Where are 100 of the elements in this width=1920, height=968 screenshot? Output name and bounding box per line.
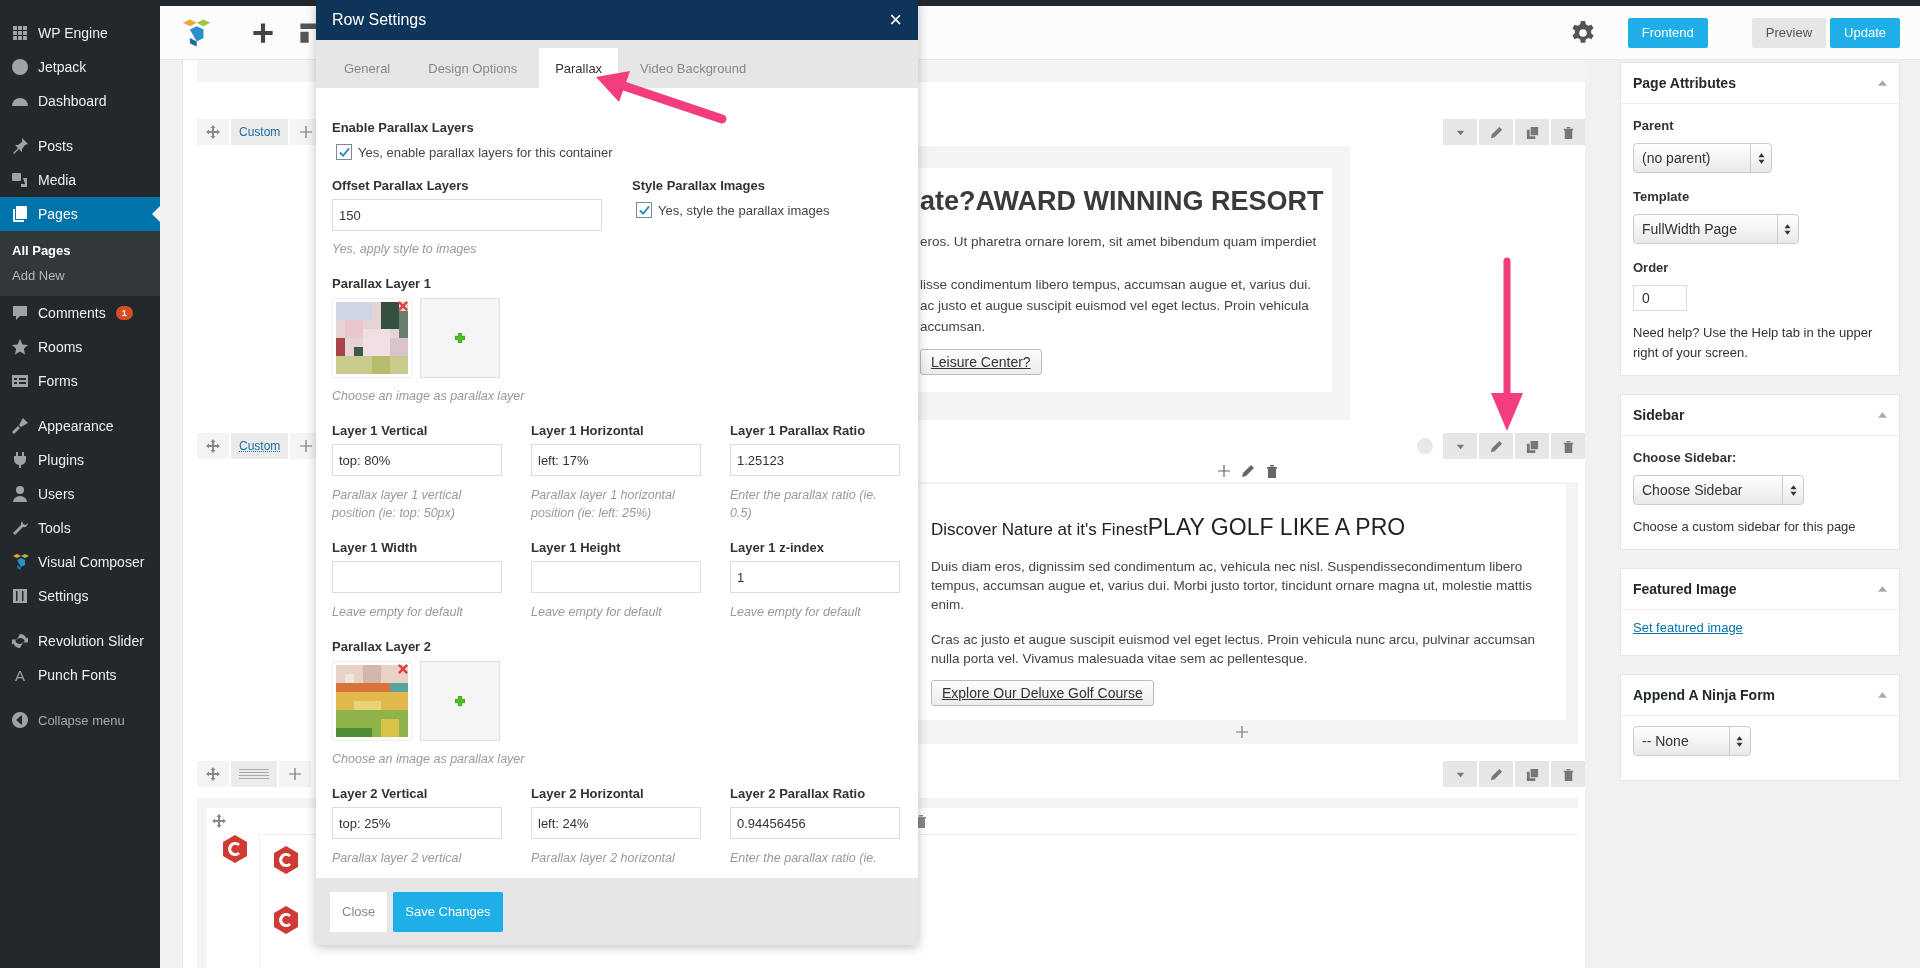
field-label: Parent [1633,118,1674,133]
delete-button[interactable] [1551,433,1585,459]
trash-icon[interactable] [1264,463,1280,479]
remove-icon[interactable] [398,664,408,674]
field-label: Layer 1 Width [332,540,419,555]
menu-item[interactable]: Visual Composer [0,545,160,579]
collapse-triangle-icon[interactable] [1878,412,1887,418]
panel-title: Featured Image [1633,581,1737,597]
field-label: Parallax Layer 2 [332,639,433,654]
input-field[interactable] [531,561,701,593]
collapse-menu-button[interactable]: Collapse menu [0,703,160,737]
close-button[interactable]: × [885,9,906,31]
edit-button[interactable] [1479,119,1513,145]
checkmark-icon [338,146,350,158]
select-field[interactable]: (no parent) [1633,143,1773,173]
submenu-item[interactable]: All Pages [0,238,160,263]
edit-button[interactable] [1479,761,1513,787]
menu-item[interactable]: Tools [0,511,160,545]
menu-item[interactable]: Dashboard [0,84,160,118]
checkbox[interactable] [336,144,352,160]
field-label: Layer 2 Vertical [332,786,429,801]
menu-item[interactable]: Users [0,477,160,511]
remove-icon[interactable] [398,301,408,311]
menu-item[interactable]: Posts [0,129,160,163]
plus-icon [298,124,315,140]
tab[interactable]: Parallax [539,48,619,88]
checkbox-label: Yes, enable parallax layers for this container [358,144,613,160]
menu-item[interactable]: Pages [0,197,160,231]
menu-item[interactable]: Comments 1 [0,296,160,330]
paragraph: Cras ac justo et augue suscipit euismod vel eget lectus. Proin vehicula nunc arcu, pulvinar accumsan nulla porta vel. Vivamus malesuada vitae sem ac pellentesque. [931,631,1537,668]
pencil-icon[interactable] [1240,463,1256,479]
checkbox[interactable] [636,202,652,218]
close-button[interactable]: Close [330,891,388,932]
menu-item[interactable]: Plugins [0,443,160,477]
move-handle[interactable] [197,761,229,787]
clone-button[interactable] [1515,433,1549,459]
edit-button[interactable] [1479,433,1513,459]
hint-text: Parallax layer 1 vertical position (ie: top: 50px) [332,487,463,522]
image-thumbnail[interactable] [332,298,412,378]
plus-icon [455,696,465,706]
input-field[interactable]: 1 [730,561,900,593]
move-icon [205,766,221,782]
select-field[interactable]: FullWidth Page [1633,214,1799,244]
clone-button[interactable] [1515,119,1549,145]
hint-text: Parallax layer 2 horizontal [531,850,676,867]
move-icon [205,438,221,454]
input-field[interactable]: top: 25% [332,807,502,839]
input-field[interactable]: 150 [332,199,602,231]
delete-button[interactable] [1551,119,1585,145]
menu-item[interactable]: Media [0,163,160,197]
collapse-triangle-icon[interactable] [1878,692,1887,698]
move-icon[interactable] [211,813,227,829]
grid-icon [10,23,30,43]
row-layout-button[interactable] [231,761,277,787]
add-column-button[interactable] [279,761,311,787]
heading: ate?AWARD WINNING RESORT [920,186,1325,217]
content-button[interactable]: Leisure Center? [920,349,1042,375]
row-layout-button[interactable]: Custom [231,119,289,145]
plus-icon[interactable] [252,21,274,44]
pencil-icon [1488,438,1504,454]
move-handle[interactable] [197,119,229,145]
select-field[interactable]: -- None [1633,726,1751,756]
input-field[interactable]: left: 17% [531,444,701,476]
field-label: Enable Parallax Layers [332,120,475,135]
field-label: Layer 1 Parallax Ratio [730,423,867,438]
image-thumbnail[interactable] [332,661,412,741]
menu-item[interactable]: Rooms [0,330,160,364]
input-field[interactable] [332,561,502,593]
menu-item[interactable]: Jetpack [0,50,160,84]
input-field[interactable]: top: 80% [332,444,502,476]
hint-text: Parallax layer 2 vertical [332,850,463,867]
delete-button[interactable] [1551,761,1585,787]
brush-icon [10,416,30,436]
collapse-triangle-icon[interactable] [1878,80,1887,86]
input-field[interactable]: 0 [1633,285,1687,311]
menu-item[interactable]: Appearance [0,409,160,443]
menu-item[interactable]: Settings [0,579,160,613]
menu-item[interactable]: Forms [0,364,160,398]
row-layout-button[interactable]: Custom [231,433,289,459]
pencil-icon [1488,766,1504,782]
clone-button[interactable] [1515,761,1549,787]
select-field[interactable]: Choose Sidebar [1633,475,1805,505]
up-down-arrows-icon [1789,484,1797,496]
menu-item[interactable]: Revolution Slider [0,624,160,658]
hint-text: Enter the parallax ratio (ie. [730,850,878,867]
link[interactable]: Set featured image [1633,620,1743,635]
hint-text: Enter the parallax ratio (ie. 0.5) [730,487,878,522]
move-handle[interactable] [197,433,229,459]
input-field[interactable]: 1.25123 [730,444,900,476]
settings-icon[interactable] [1569,19,1596,46]
input-field[interactable]: 0.94456456 [730,807,900,839]
submenu-item[interactable]: Add New [0,263,160,288]
panel-title: Page Attributes [1633,75,1736,91]
content-button[interactable]: Explore Our Deluxe Golf Course [931,680,1154,706]
menu-item[interactable]: A Punch Fonts [0,658,160,692]
collapse-triangle-icon[interactable] [1878,586,1887,592]
input-field[interactable]: left: 24% [531,807,701,839]
secondary-button[interactable]: Preview [1751,17,1827,48]
menu-item[interactable]: WP Engine [0,16,160,50]
copy-icon [1524,438,1540,454]
